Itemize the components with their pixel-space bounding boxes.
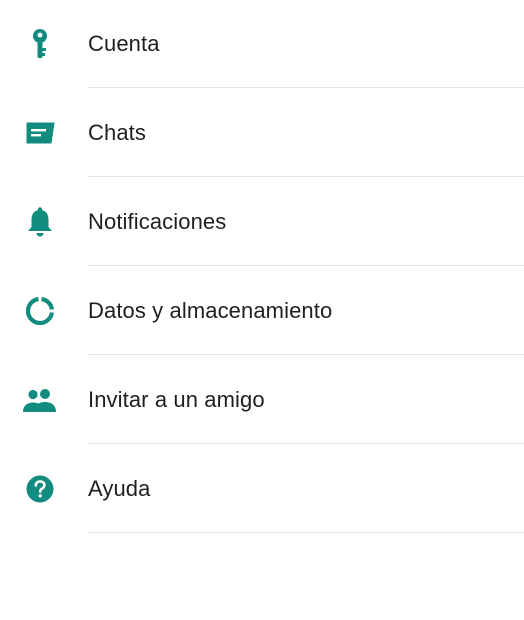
settings-item-label: Invitar a un amigo	[88, 386, 265, 412]
chat-icon	[22, 115, 58, 151]
settings-item-datos[interactable]: Datos y almacenamiento	[0, 266, 524, 355]
bell-icon	[22, 204, 58, 240]
data-usage-icon	[22, 293, 58, 329]
key-icon	[22, 26, 58, 62]
settings-item-invitar[interactable]: Invitar a un amigo	[0, 355, 524, 444]
settings-item-label: Ayuda	[88, 475, 151, 501]
settings-item-chats[interactable]: Chats	[0, 88, 524, 177]
settings-item-cuenta[interactable]: Cuenta	[0, 0, 524, 88]
people-icon	[22, 382, 58, 418]
settings-item-label: Datos y almacenamiento	[88, 297, 333, 323]
settings-item-ayuda[interactable]: Ayuda	[0, 444, 524, 533]
divider	[88, 532, 524, 533]
settings-list: Cuenta Chats Notificaciones Datos y alma…	[0, 0, 524, 533]
settings-item-label: Notificaciones	[88, 208, 227, 234]
help-icon	[22, 471, 58, 507]
settings-item-label: Cuenta	[88, 31, 160, 56]
settings-screen: Cuenta Chats Notificaciones Datos y alma…	[0, 0, 524, 620]
settings-item-label: Chats	[88, 119, 146, 145]
settings-item-notificaciones[interactable]: Notificaciones	[0, 177, 524, 266]
